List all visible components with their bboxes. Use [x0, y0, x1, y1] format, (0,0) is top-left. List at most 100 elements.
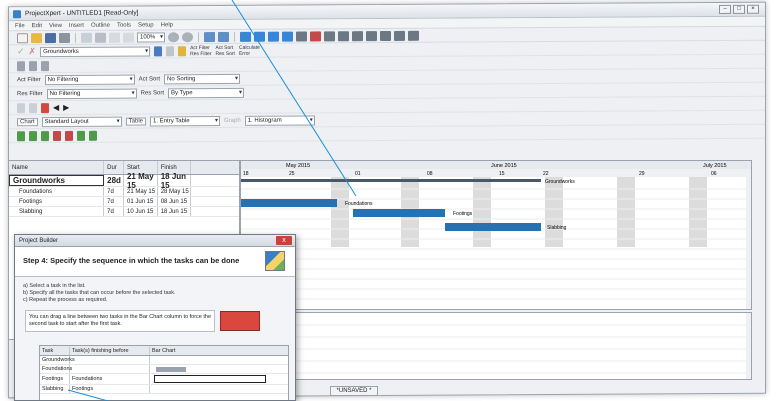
cell-finish[interactable]: 08 Jun 15 [158, 197, 192, 206]
sequence-row[interactable]: Foundations [40, 365, 288, 374]
graph-layout-select[interactable]: 1. Histogram [244, 114, 315, 126]
sequence-row[interactable]: Footings Foundations [40, 374, 288, 385]
cross-icon[interactable]: ✗ [29, 46, 37, 57]
cell-finish[interactable]: 28 May 15 [158, 187, 192, 196]
link-sf-icon[interactable] [53, 130, 61, 141]
sequence-bar[interactable] [150, 385, 280, 393]
new-icon[interactable] [17, 32, 28, 43]
sequence-task[interactable]: Foundations [40, 365, 72, 373]
cell-finish[interactable]: 18 Jun 15 [158, 207, 192, 216]
open-icon[interactable] [31, 32, 42, 43]
sequence-before[interactable] [70, 365, 150, 373]
save-icon[interactable] [45, 32, 56, 43]
zoom-select[interactable]: 100% [137, 31, 165, 43]
cell-start[interactable]: 21 May 15 [124, 172, 158, 190]
res-sort-select[interactable]: By Type [168, 87, 245, 98]
task-bar-slabbing[interactable] [445, 223, 541, 231]
report-icon[interactable] [366, 30, 377, 41]
search-icon[interactable] [81, 32, 92, 43]
task-name-select[interactable]: Groundworks [40, 45, 151, 57]
col-dur-header[interactable]: Dur [104, 161, 124, 174]
sequence-before[interactable]: Footings [70, 385, 150, 393]
table-row[interactable]: Slabbing 7d 10 Jun 15 18 Jun 15 [9, 207, 239, 217]
gantt-chart[interactable]: May 2015 June 2015 July 2015 18 25 01 08… [240, 160, 752, 310]
cell-name[interactable]: Slabbing [9, 207, 105, 216]
redo-icon[interactable] [123, 32, 134, 43]
sequence-task[interactable]: Slabbing [40, 385, 70, 393]
cell-dur[interactable]: 7d [104, 207, 125, 216]
cell-start[interactable]: 10 Jun 15 [124, 207, 158, 216]
summary-bar-groundworks[interactable] [241, 179, 541, 182]
next-icon[interactable]: ▶ [63, 103, 69, 112]
collapse-icon[interactable] [29, 102, 37, 113]
table-row[interactable]: Foundations 7d 21 May 15 28 May 15 [9, 187, 239, 197]
sequence-task[interactable]: Footings [40, 374, 70, 384]
link-green2-icon[interactable] [89, 130, 97, 141]
zoom-in-icon[interactable] [168, 31, 179, 42]
link-fs-icon[interactable] [17, 130, 25, 141]
menu-help[interactable]: Help [161, 22, 173, 28]
sequence-bar[interactable] [150, 356, 280, 364]
menu-edit[interactable]: Edit [32, 23, 42, 29]
calendar-icon[interactable] [352, 30, 363, 41]
align-left-icon[interactable] [17, 60, 25, 71]
cell-dur[interactable]: 7d [104, 197, 125, 206]
menu-outline[interactable]: Outline [91, 22, 110, 28]
clipboard-icon[interactable] [95, 32, 106, 43]
res-filter-select[interactable]: No Filtering [46, 88, 137, 99]
sequence-task[interactable]: Groundworks [40, 356, 75, 364]
remove-task-icon[interactable] [254, 31, 265, 42]
menu-setup[interactable]: Setup [138, 22, 154, 28]
add-task-icon[interactable] [240, 31, 251, 42]
flag-icon[interactable] [178, 45, 187, 56]
sequence-row[interactable]: Groundworks [40, 356, 288, 365]
help-icon[interactable] [394, 30, 405, 41]
table-row[interactable]: Footings 7d 01 Jun 15 08 Jun 15 [9, 197, 239, 207]
sequence-row[interactable]: Slabbing Footings [40, 385, 288, 394]
table-layout-select[interactable]: 1. Entry Table [150, 115, 221, 126]
align-center-icon[interactable] [29, 60, 37, 71]
print-icon[interactable] [59, 32, 70, 43]
resource-icon[interactable] [338, 30, 349, 41]
person-icon[interactable] [154, 45, 163, 56]
cell-dur[interactable]: 28d [104, 175, 124, 186]
vertical-scrollbar[interactable] [746, 177, 752, 310]
histogram-pane[interactable] [240, 312, 752, 380]
table-row[interactable]: Groundworks 28d 21 May 15 18 Jun 15 [9, 172, 239, 190]
sequence-bar[interactable] [150, 374, 280, 384]
cell-start[interactable]: 21 May 15 [124, 187, 158, 196]
info-icon[interactable] [408, 30, 419, 41]
link-ff-icon[interactable] [41, 130, 49, 141]
menu-view[interactable]: View [49, 22, 62, 28]
menu-tools[interactable]: Tools [117, 22, 131, 28]
histogram-scrollbar[interactable] [746, 313, 752, 380]
align-right-icon[interactable] [41, 60, 49, 71]
cell-name[interactable]: Groundworks [9, 175, 105, 186]
expand-icon[interactable] [17, 102, 25, 113]
sequence-bar[interactable] [150, 365, 280, 373]
undo-icon[interactable] [109, 32, 120, 43]
link-green-icon[interactable] [77, 130, 85, 141]
radio-res-sort[interactable]: Res Sort [216, 50, 235, 56]
radio-error[interactable]: Error [239, 50, 260, 56]
task-bar-foundations[interactable] [241, 199, 337, 207]
cell-start[interactable]: 01 Jun 15 [124, 197, 158, 206]
zoom-out-icon[interactable] [182, 31, 193, 42]
outdent-icon[interactable] [282, 31, 293, 42]
link-red-icon[interactable] [65, 130, 73, 141]
cell-name[interactable]: Footings [9, 197, 105, 206]
menu-insert[interactable]: Insert [69, 22, 84, 28]
maximize-button[interactable]: □ [733, 4, 745, 14]
close-button[interactable]: × [747, 4, 759, 14]
link-icon[interactable] [296, 30, 307, 42]
menu-file[interactable]: File [15, 23, 25, 29]
cell-name[interactable]: Foundations [9, 187, 105, 196]
outline-collapse-icon[interactable] [218, 31, 229, 42]
sequence-before[interactable] [70, 356, 150, 364]
cell-finish[interactable]: 18 Jun 15 [158, 172, 192, 190]
act-sort-select[interactable]: No Sorting [164, 73, 241, 84]
chart-layout-select[interactable]: Standard Layout [41, 116, 122, 127]
critical-path-icon[interactable] [324, 30, 335, 41]
chart-icon[interactable] [380, 30, 391, 41]
indent-icon[interactable] [268, 31, 279, 42]
